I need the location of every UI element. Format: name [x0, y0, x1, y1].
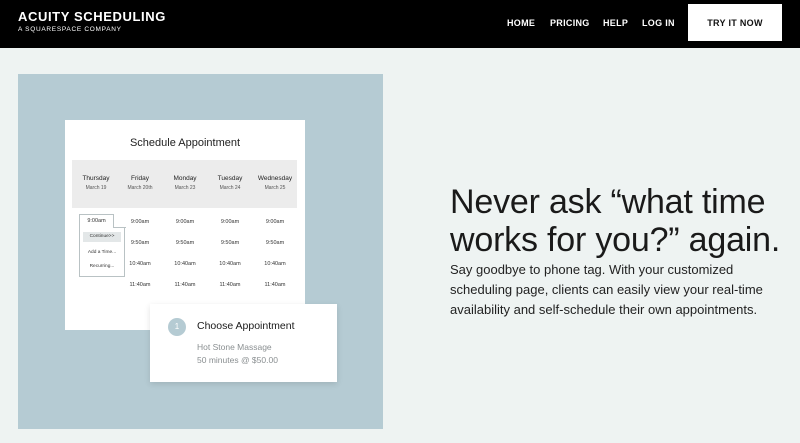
try-it-now-button[interactable]: TRY IT NOW	[688, 4, 782, 41]
day-date: March 25	[264, 185, 286, 191]
time-slot[interactable]: 11:40am	[118, 281, 162, 289]
time-slot[interactable]: 9:00am	[208, 218, 252, 226]
nav-login-link[interactable]: LOG IN	[642, 17, 675, 29]
time-slot[interactable]: 9:50am	[163, 239, 207, 247]
day-column-header: Thursday March 19	[74, 174, 118, 193]
dropdown-recurring-option[interactable]: Recurring...	[83, 262, 121, 272]
dropdown-add-time-option[interactable]: Add a Time...	[83, 248, 121, 258]
day-column-header: Friday March 20th	[118, 174, 162, 193]
step-number-badge: 1	[168, 318, 186, 336]
service-name: Hot Stone Massage	[197, 342, 272, 352]
time-slot[interactable]: 10:40am	[253, 260, 297, 268]
time-slot[interactable]: 11:40am	[208, 281, 252, 289]
day-name: Tuesday	[217, 175, 243, 182]
time-slot[interactable]: 11:40am	[163, 281, 207, 289]
brand-tagline: A SQUARESPACE COMPANY	[18, 26, 122, 33]
top-nav-bar: ACUITY SCHEDULING A SQUARESPACE COMPANY …	[0, 0, 800, 48]
dropdown-continue-option[interactable]: Continue>>	[83, 232, 121, 242]
hero-subcopy: Say goodbye to phone tag. With your cust…	[450, 262, 763, 317]
time-slot[interactable]: 9:00am	[253, 218, 297, 226]
time-slot[interactable]: 10:40am	[163, 260, 207, 268]
hero-headline: Never ask “what time works for you?” aga…	[450, 183, 781, 259]
nav-home-link[interactable]: HOME	[507, 17, 535, 29]
day-name: Monday	[173, 175, 197, 182]
day-date: March 23	[174, 185, 196, 191]
nav-help-link[interactable]: HELP	[603, 17, 628, 29]
day-column-header: Monday March 23	[163, 174, 207, 193]
brand-name: ACUITY SCHEDULING	[18, 9, 166, 24]
choose-appointment-title: Choose Appointment	[197, 320, 295, 332]
brand-logo[interactable]: ACUITY SCHEDULING A SQUARESPACE COMPANY	[18, 10, 166, 34]
time-slot[interactable]: 9:00am	[163, 218, 207, 226]
day-name: Thursday	[82, 175, 110, 182]
day-name: Wednesday	[257, 175, 293, 182]
day-column-header: Tuesday March 24	[208, 174, 252, 193]
service-duration-price: 50 minutes @ $50.00	[197, 355, 278, 365]
day-date: March 19	[85, 185, 107, 191]
time-slot[interactable]: 9:50am	[208, 239, 252, 247]
day-date: March 24	[219, 185, 241, 191]
day-date: March 20th	[127, 185, 153, 191]
nav-pricing-link[interactable]: PRICING	[550, 17, 590, 29]
time-slot[interactable]: 9:50am	[253, 239, 297, 247]
time-slot[interactable]: 11:40am	[253, 281, 297, 289]
dropdown-notch	[113, 214, 126, 228]
day-name: Friday	[130, 175, 150, 182]
day-column-header: Wednesday March 25	[253, 174, 297, 193]
schedule-title: Schedule Appointment	[129, 137, 241, 149]
selected-time-slot[interactable]: 9:00am	[79, 214, 114, 228]
time-slot[interactable]: 10:40am	[208, 260, 252, 268]
